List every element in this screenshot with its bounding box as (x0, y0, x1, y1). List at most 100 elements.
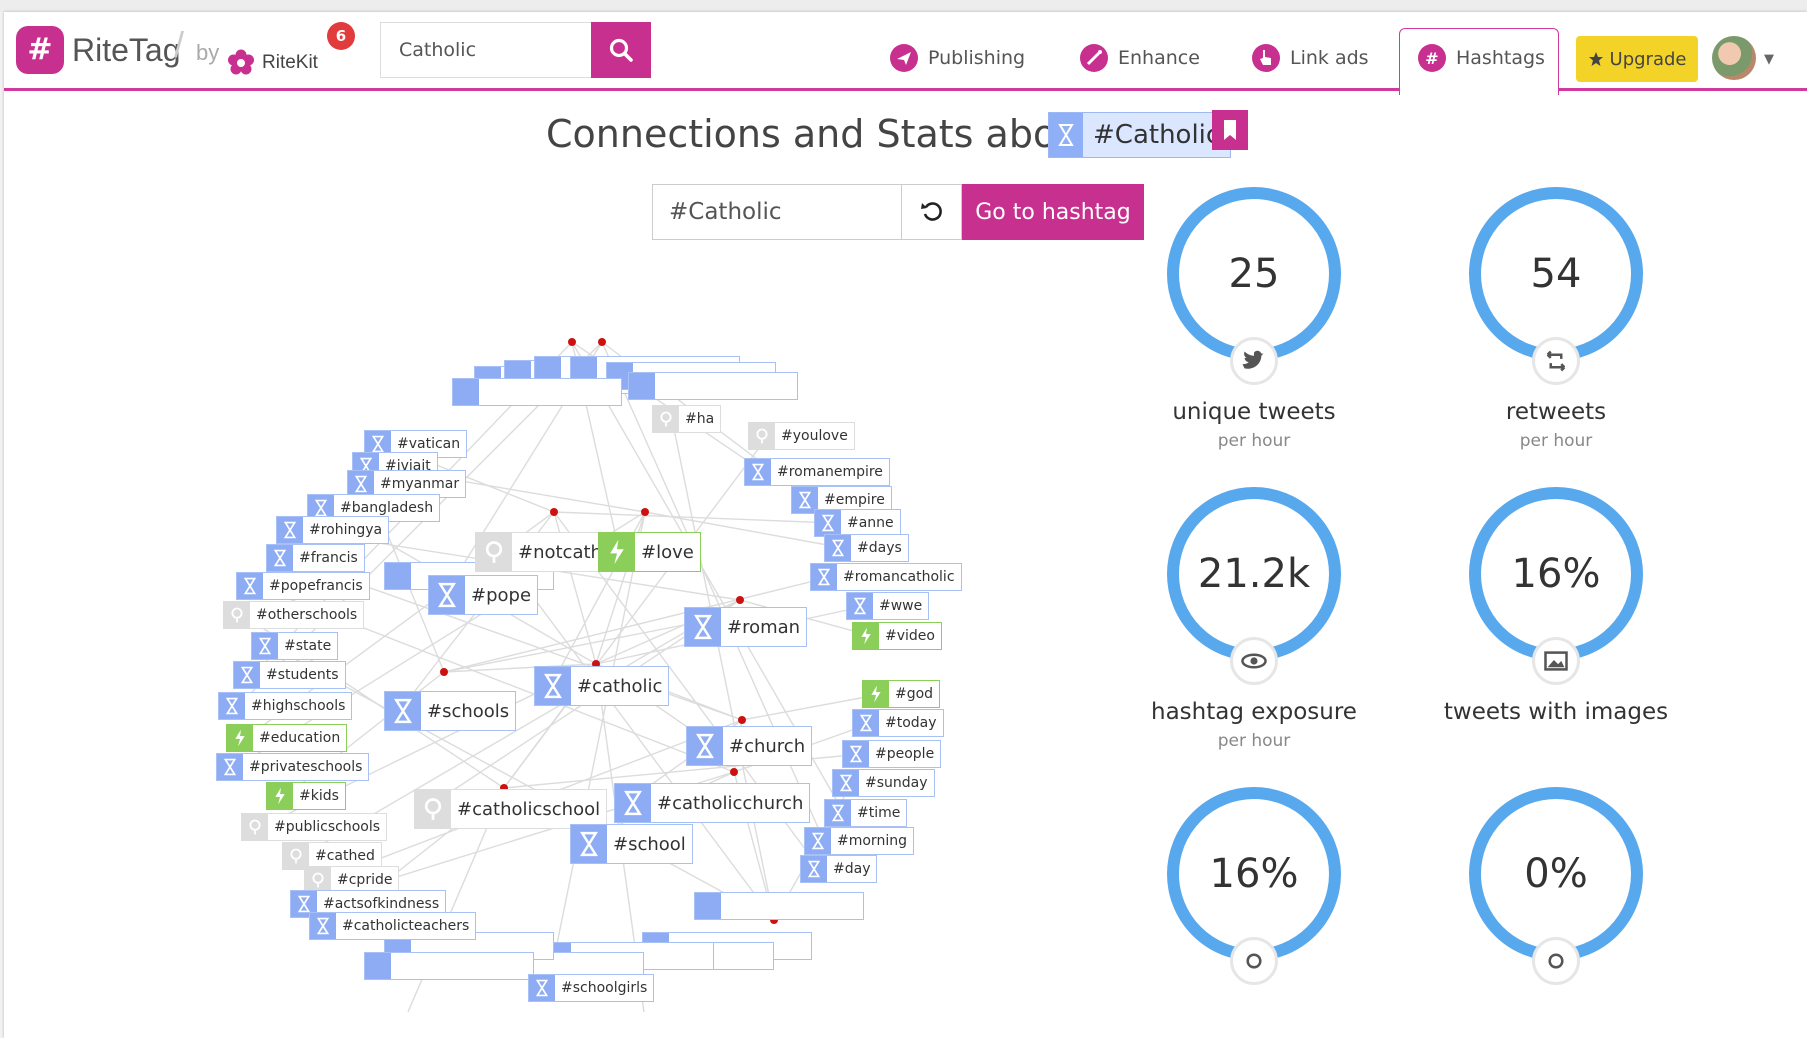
reset-button[interactable] (902, 184, 962, 240)
graph-node-label: #state (284, 638, 332, 654)
chevron-down-icon[interactable]: ▼ (1764, 52, 1774, 67)
graph-node-label: #romancatholic (843, 569, 955, 585)
user-avatar[interactable] (1712, 36, 1756, 80)
graph-node[interactable]: #wwe (846, 592, 930, 620)
hourglass-icon (234, 662, 260, 688)
graph-node[interactable]: #kids (266, 782, 346, 810)
graph-node[interactable]: #school (570, 824, 693, 864)
graph-node[interactable]: #love (598, 532, 701, 572)
graph-node[interactable]: #people (842, 740, 942, 768)
hashtag-graph[interactable]: #vatican #iviait #myanmar #bangladesh #rohin… (4, 252, 1044, 1038)
graph-node-label: #popefrancis (269, 578, 363, 594)
nav-publishing[interactable]: Publishing (890, 42, 1025, 74)
graph-node[interactable]: #anne (814, 509, 901, 537)
hourglass-icon (310, 913, 336, 939)
nav-enhance[interactable]: Enhance (1080, 42, 1200, 74)
bulb-icon (224, 602, 250, 628)
bulb-icon (653, 406, 679, 432)
graph-node[interactable]: #ha (652, 405, 722, 433)
app-frame: # RiteTag / by RiteKit 6 Catholic Publis… (4, 12, 1807, 1038)
browser-top-band (0, 0, 1807, 12)
graph-node[interactable]: #catholicchurch (614, 783, 811, 823)
search-input[interactable] (381, 23, 591, 77)
undo-icon (920, 201, 942, 221)
graph-node[interactable]: #days (824, 534, 909, 562)
nav-label: Enhance (1118, 47, 1200, 69)
title-hashtag: #Catholic (1093, 120, 1221, 150)
graph-node[interactable]: #morning (804, 827, 914, 855)
hourglass-icon (453, 379, 479, 405)
parent-brand-name[interactable]: RiteKit (262, 52, 318, 74)
graph-node-label: #romanempire (777, 464, 883, 480)
graph-hub-dot (440, 668, 448, 676)
graph-node[interactable]: #rohingya (276, 516, 390, 544)
graph-node-label: #pope (471, 584, 532, 606)
graph-node[interactable]: #otherschools (223, 601, 365, 629)
hourglass-icon (833, 770, 859, 796)
graph-node[interactable]: #schools (384, 691, 517, 731)
graph-node[interactable]: #pope (428, 575, 539, 615)
graph-node[interactable]: #video (852, 622, 942, 650)
eye-icon (1230, 637, 1278, 685)
graph-node[interactable]: #publicschools (241, 813, 388, 841)
bookmark-button[interactable] (1212, 110, 1248, 150)
by-label: by (196, 40, 220, 65)
graph-node-label: #highschools (251, 698, 346, 714)
hourglass-icon (429, 576, 465, 614)
paper-plane-icon (890, 44, 918, 72)
hourglass-icon (685, 608, 721, 646)
graph-node[interactable]: #students (233, 661, 346, 689)
stat-value: 21.2k (1197, 551, 1311, 597)
graph-node[interactable]: #privateschools (216, 753, 370, 781)
hourglass-icon (805, 828, 831, 854)
graph-node[interactable]: #time (824, 799, 908, 827)
nav-hashtags[interactable]: # Hashtags (1418, 42, 1545, 74)
graph-node-stacked[interactable] (452, 378, 622, 406)
graph-node[interactable]: #catholicschool (414, 789, 608, 829)
graph-node[interactable]: #sunday (832, 769, 935, 797)
graph-node[interactable]: #catholicteachers (309, 912, 477, 940)
graph-node[interactable]: #church (686, 726, 813, 766)
graph-node[interactable]: #popefrancis (236, 572, 370, 600)
graph-node[interactable]: #catholic (534, 666, 670, 706)
search-button[interactable] (591, 22, 651, 78)
graph-node[interactable]: #youlove (748, 422, 855, 450)
graph-node-label: #church (729, 735, 806, 757)
hourglass-icon (811, 564, 837, 590)
nav-label: Hashtags (1456, 47, 1545, 69)
app-name[interactable]: RiteTag (72, 32, 181, 69)
graph-node-stacked[interactable] (694, 892, 864, 920)
graph-node-stacked[interactable] (628, 372, 798, 400)
nav-link-ads[interactable]: Link ads (1252, 42, 1369, 74)
notification-badge[interactable]: 6 (327, 22, 355, 50)
hashtag-input[interactable] (652, 184, 902, 240)
graph-node[interactable]: #francis (266, 544, 365, 572)
graph-node[interactable]: #today (852, 709, 944, 737)
graph-node-label: #catholicteachers (342, 918, 470, 934)
graph-node[interactable]: #romancatholic (810, 563, 962, 591)
upgrade-button[interactable]: Upgrade (1576, 36, 1698, 82)
graph-node[interactable]: #romanempire (744, 458, 890, 486)
graph-node[interactable]: #education (226, 724, 348, 752)
stat-ring: 0% (1469, 787, 1643, 961)
hourglass-icon (277, 517, 303, 543)
graph-node-label: #vatican (397, 436, 461, 452)
graph-node[interactable]: #roman (684, 607, 808, 647)
ritetag-logo-icon[interactable]: # (16, 26, 64, 74)
graph-node-label: #schoolgirls (561, 980, 648, 996)
hourglass-icon (847, 593, 873, 619)
graph-node[interactable]: #god (862, 680, 941, 708)
graph-node[interactable]: #day (800, 855, 878, 883)
ritekit-logo-icon (228, 49, 254, 75)
graph-node[interactable]: #schoolgirls (528, 974, 655, 1002)
nav-label: Link ads (1290, 47, 1369, 69)
hourglass-icon (571, 825, 607, 863)
stat-card: 54 retweets per hour (1411, 187, 1701, 487)
graph-node[interactable]: #state (251, 632, 339, 660)
graph-hub-dot (730, 768, 738, 776)
graph-node-stacked[interactable] (364, 952, 534, 980)
hourglass-icon (217, 754, 243, 780)
svg-text:#: # (1425, 49, 1438, 68)
graph-hub-dot (568, 338, 576, 346)
graph-node[interactable]: #highschools (218, 692, 353, 720)
